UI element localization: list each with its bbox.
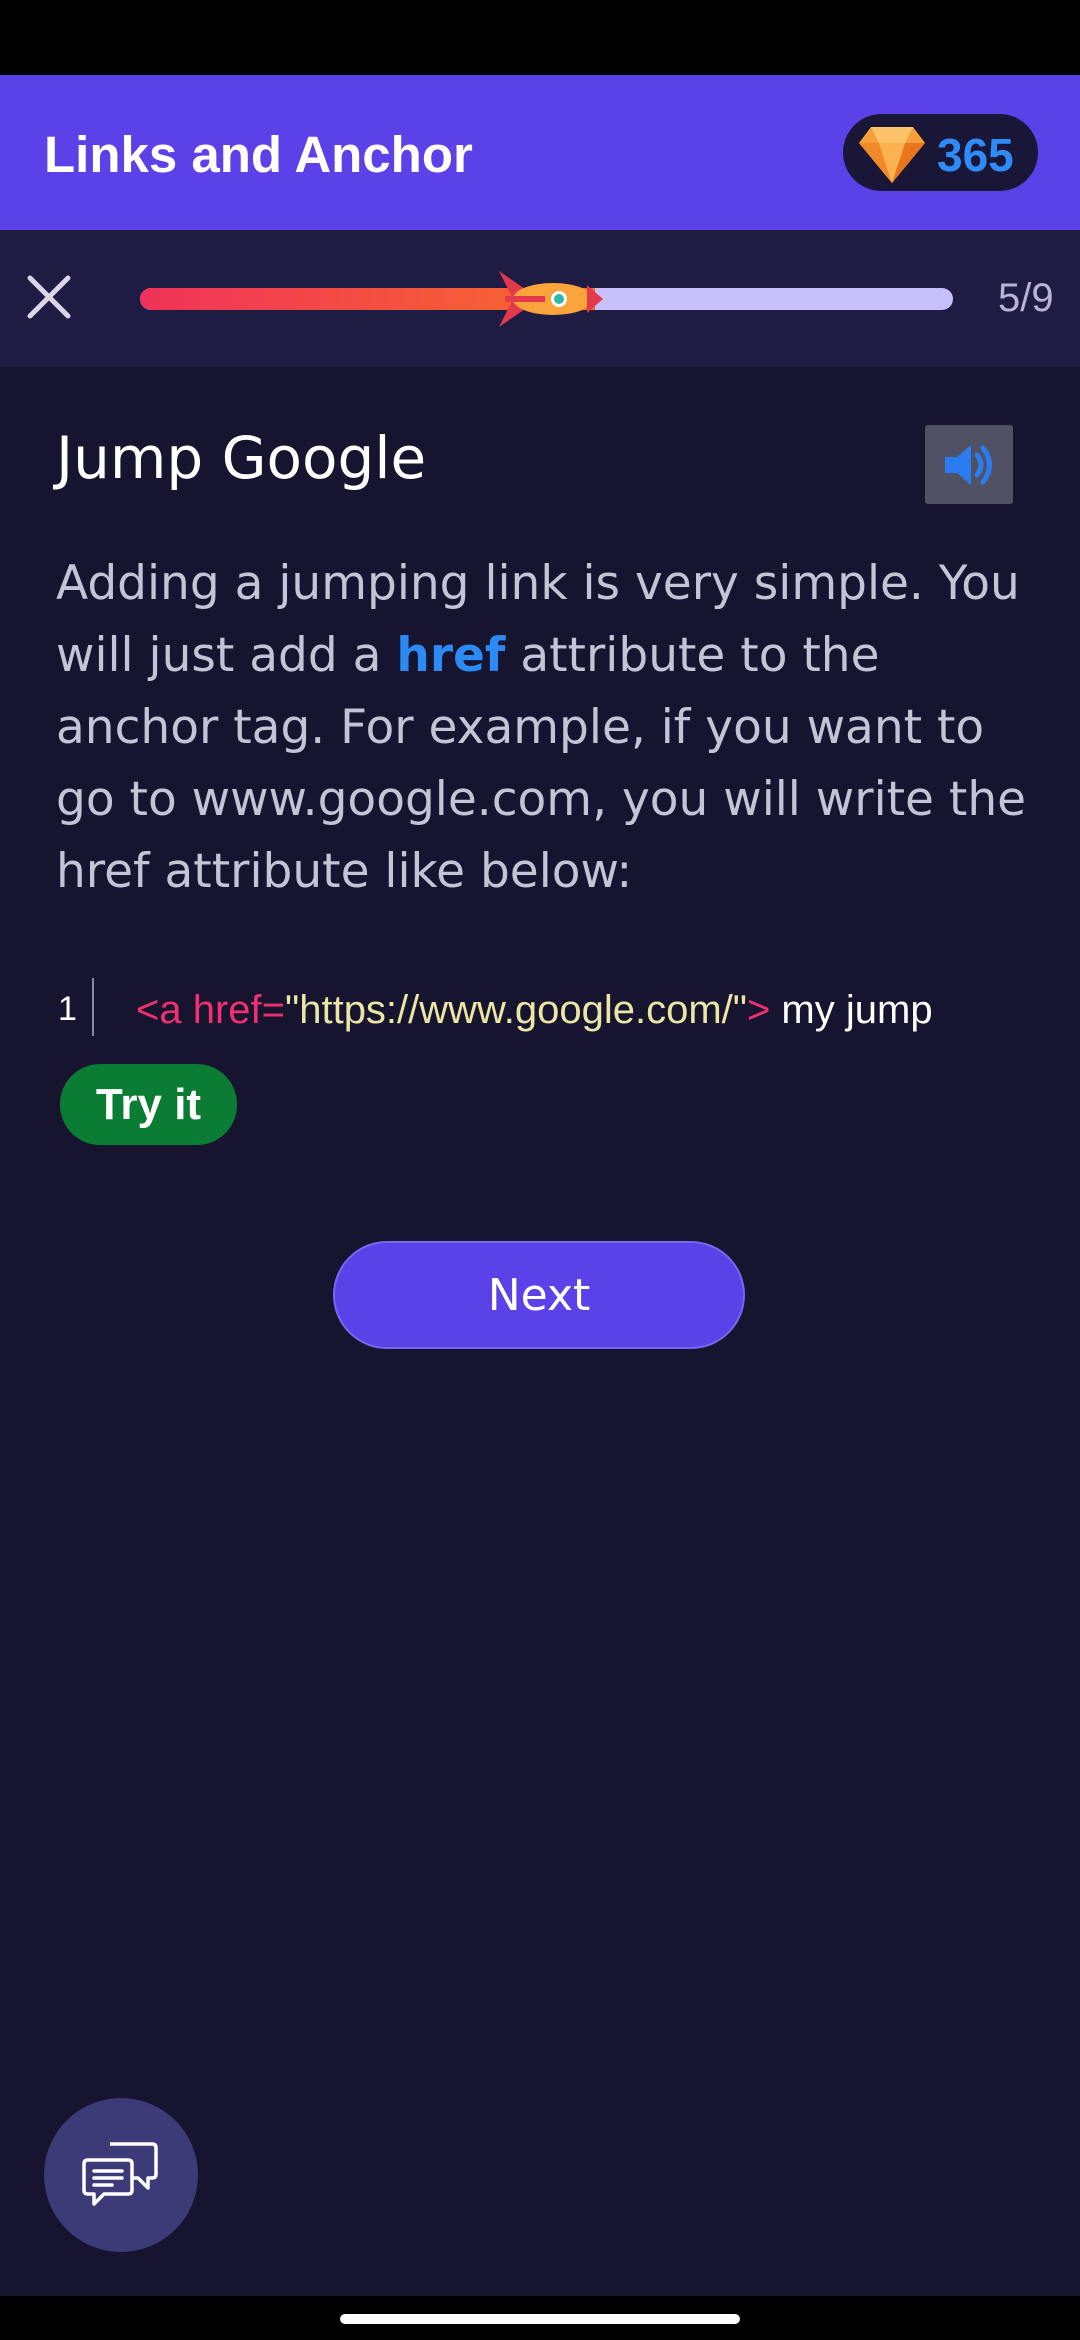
- lesson-body: Adding a jumping link is very simple. Yo…: [56, 548, 1046, 908]
- try-it-button[interactable]: Try it: [60, 1064, 237, 1145]
- home-indicator[interactable]: [340, 2314, 740, 2324]
- page-title: Links and Anchor: [44, 126, 473, 183]
- speaker-icon: [945, 445, 992, 485]
- diamond-icon: [859, 127, 925, 183]
- code-tag-open: <a href=: [136, 988, 286, 1032]
- code-block: 1 <a href="https://www.google.com/"> my …: [56, 978, 1026, 1048]
- lesson-title: Jump Google: [56, 424, 427, 492]
- chat-button[interactable]: [44, 2098, 198, 2252]
- app-bar: Links and Anchor 365: [0, 75, 1080, 230]
- code-line: <a href="https://www.google.com/"> my ju…: [136, 988, 933, 1033]
- rocket-icon: [499, 271, 604, 327]
- code-line-number: 1: [58, 990, 77, 1028]
- system-nav-bar: [0, 2296, 1080, 2340]
- lesson-progress-bar-area: 5/9: [0, 230, 1080, 367]
- chat-icon: [82, 2142, 158, 2206]
- close-icon[interactable]: [22, 270, 76, 324]
- lesson-body-highlight: href: [396, 628, 506, 683]
- status-bar: [0, 0, 1080, 75]
- code-string: "https://www.google.com/": [285, 988, 747, 1032]
- next-button[interactable]: Next: [333, 1241, 745, 1349]
- code-gutter-divider: [92, 978, 94, 1036]
- speaker-button[interactable]: [925, 425, 1013, 504]
- gem-counter[interactable]: 365: [843, 114, 1038, 191]
- code-text: my jump: [770, 988, 933, 1032]
- gem-count: 365: [937, 129, 1014, 181]
- progress-label: 5/9: [998, 276, 1054, 320]
- code-tag-close: >: [746, 988, 771, 1032]
